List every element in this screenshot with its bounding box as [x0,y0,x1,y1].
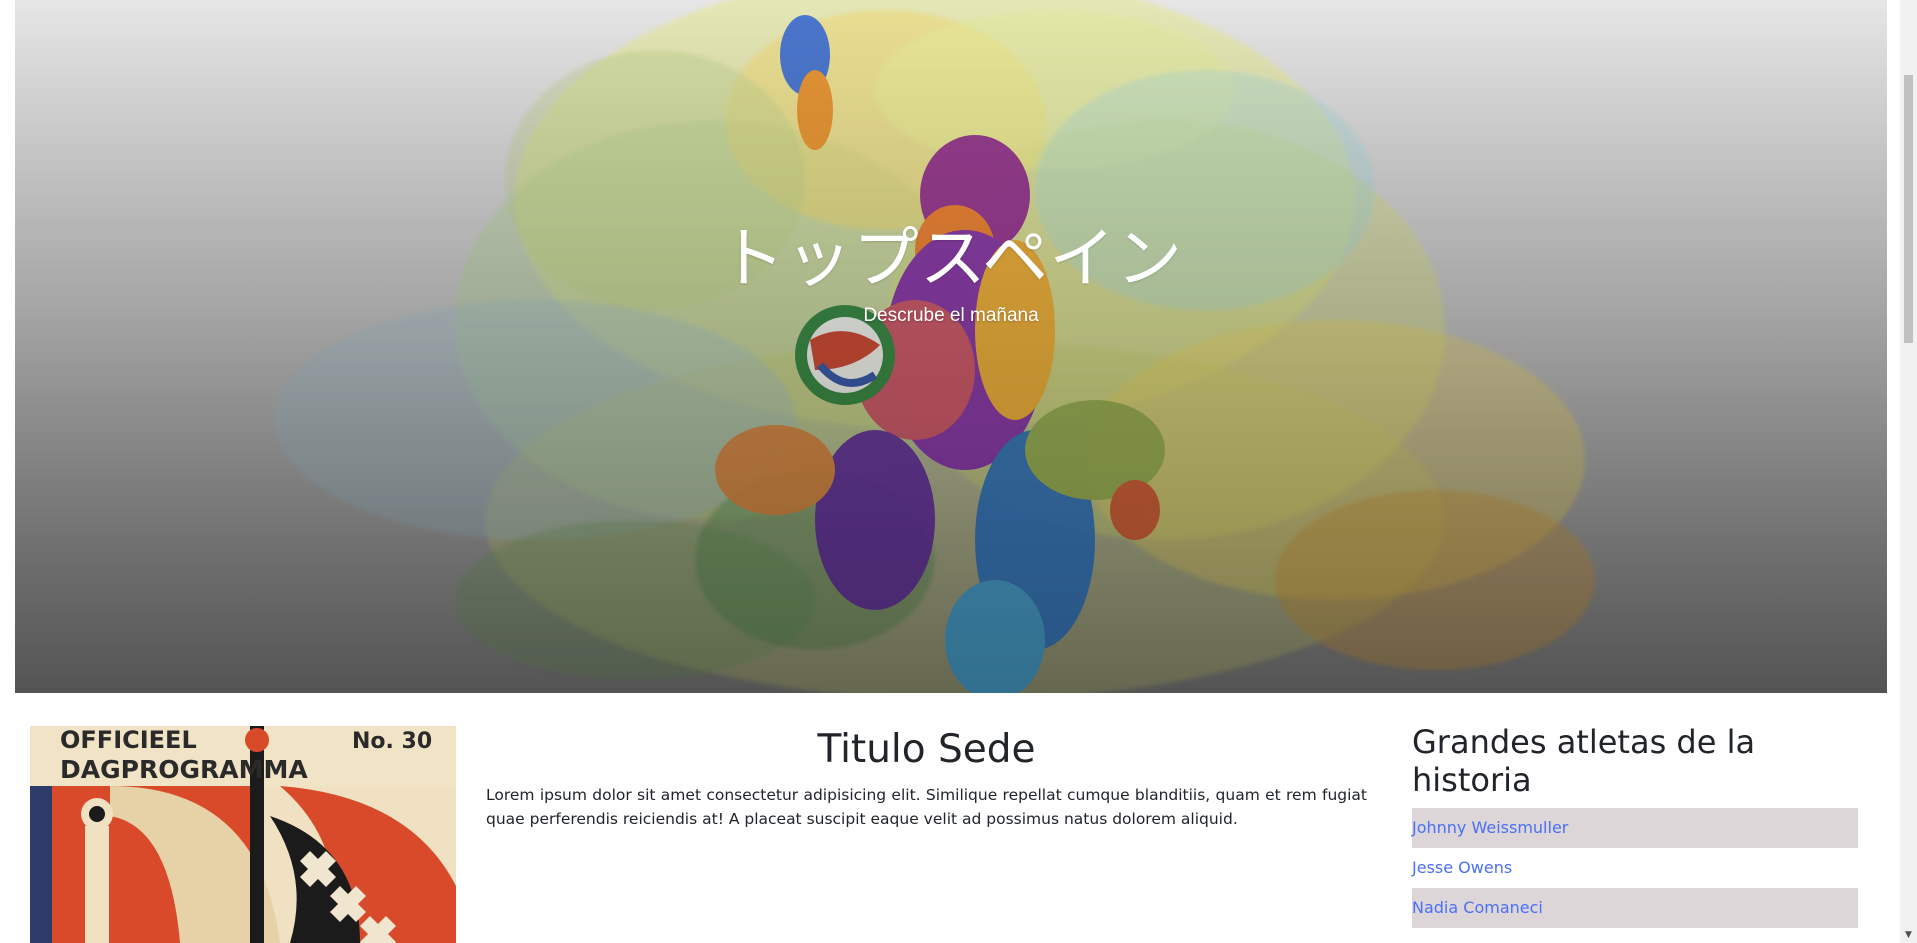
sede-title: Titulo Sede [817,727,1036,772]
list-item: Johnny Weissmuller [1412,808,1858,848]
hero-banner: トップスペイン Descrube el mañana [15,0,1887,693]
scrollbar-thumb[interactable] [1904,75,1913,343]
list-item: Nadia Comaneci [1412,888,1858,928]
hero-gradient-overlay [15,0,1887,693]
athlete-link-jesse-owens[interactable]: Jesse Owens [1412,858,1512,877]
page: トップスペイン Descrube el mañana OFFICIEEL DAG… [0,0,1917,943]
olympic-poster-image: OFFICIEEL DAGPROGRAMMA No. 30 [30,726,456,943]
athletes-list: Johnny Weissmuller Jesse Owens Nadia Com… [1412,808,1858,928]
list-item: Jesse Owens [1412,848,1858,888]
athletes-title: Grandes atletas de la historia [1412,723,1756,799]
athlete-link-nadia-comaneci[interactable]: Nadia Comaneci [1412,898,1543,917]
poster-line1: OFFICIEEL [60,726,197,754]
hero-subtitle: Descrube el mañana [863,305,1039,326]
sede-description: Lorem ipsum dolor sit amet consectetur a… [486,786,1367,828]
scroll-down-arrow-icon[interactable]: ▼ [1900,926,1917,943]
poster-line2: DAGPROGRAMMA [60,755,308,784]
athletes-section: Grandes atletas de la historia Johnny We… [1412,723,1858,928]
athlete-link-johnny-weissmuller[interactable]: Johnny Weissmuller [1412,818,1568,837]
vertical-scrollbar[interactable]: ▼ [1900,0,1917,943]
sede-section: Titulo Sede Lorem ipsum dolor sit amet c… [486,723,1367,831]
poster-number: No. 30 [352,729,432,754]
hero-title: トップスペイン [718,220,1184,297]
